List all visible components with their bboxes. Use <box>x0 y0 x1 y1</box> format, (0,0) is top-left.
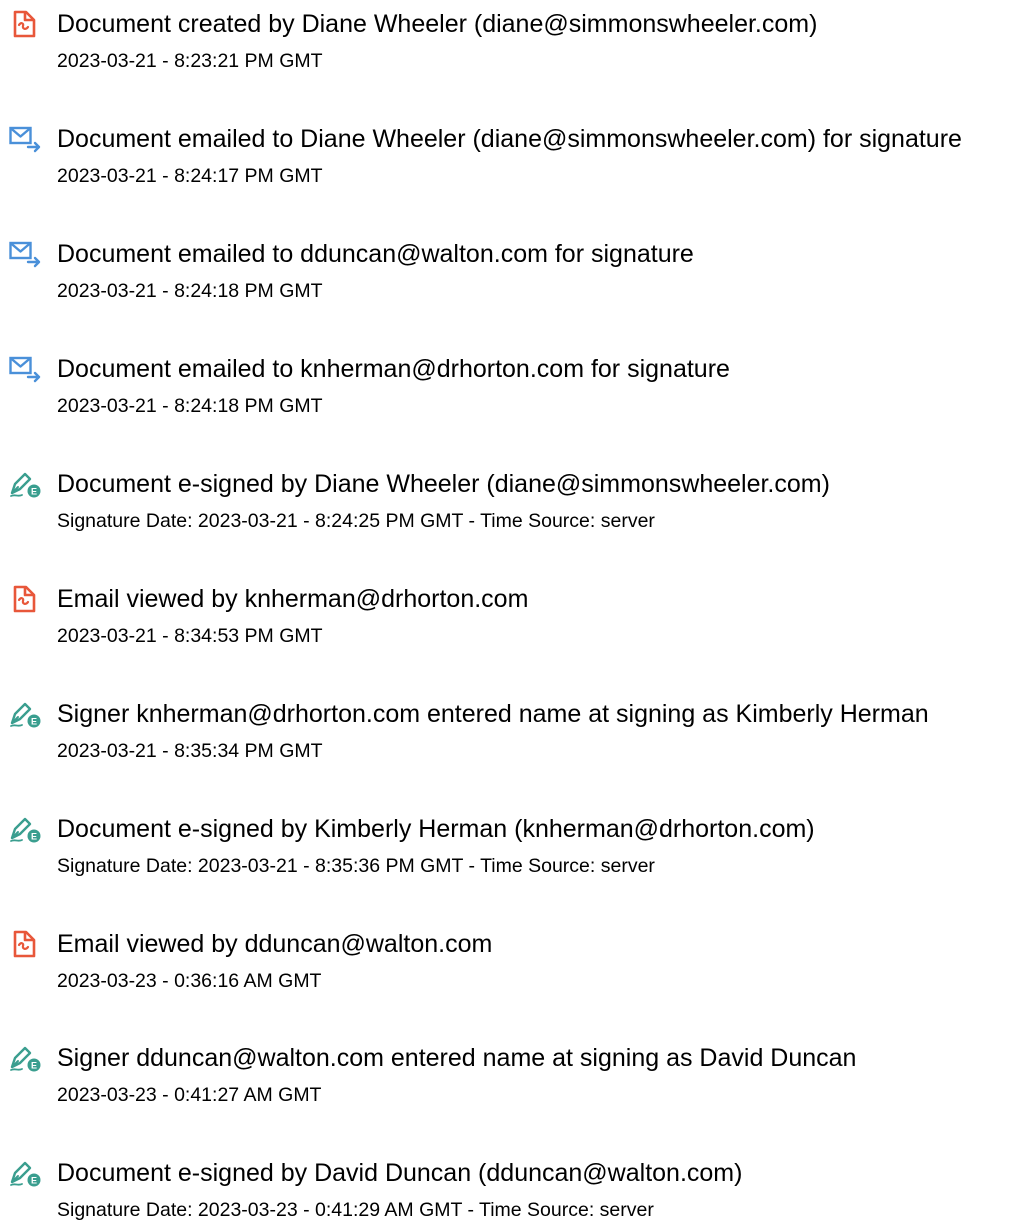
entry-timestamp: 2023-03-21 - 8:24:17 PM GMT <box>57 165 323 187</box>
svg-text:E: E <box>31 832 37 842</box>
entry-text: Document emailed to knherman@drhorton.co… <box>57 355 730 383</box>
entry-signature-detail: Signature Date: 2023-03-23 - 0:41:29 AM … <box>57 1199 654 1221</box>
e-sign-pen-icon: E <box>9 699 41 729</box>
document-created-icon <box>9 9 41 39</box>
audit-entry: Document created by Diane Wheeler (diane… <box>0 9 1026 119</box>
document-viewed-icon <box>9 584 41 614</box>
email-sent-icon <box>9 354 41 384</box>
email-sent-icon <box>9 239 41 269</box>
entry-text: Email viewed by knherman@drhorton.com <box>57 585 529 613</box>
audit-entry: E Signer knherman@drhorton.com entered n… <box>0 699 1026 809</box>
e-sign-pen-icon: E <box>9 1043 41 1073</box>
entry-text: Signer dduncan@walton.com entered name a… <box>57 1044 857 1072</box>
audit-entry: E Signer dduncan@walton.com entered name… <box>0 1043 1026 1153</box>
entry-text: Signer knherman@drhorton.com entered nam… <box>57 700 929 728</box>
entry-text: Document emailed to dduncan@walton.com f… <box>57 240 694 268</box>
audit-entry: Email viewed by knherman@drhorton.com 20… <box>0 584 1026 694</box>
entry-timestamp: 2023-03-23 - 0:36:16 AM GMT <box>57 970 322 992</box>
document-viewed-icon <box>9 929 41 959</box>
entry-text: Email viewed by dduncan@walton.com <box>57 930 493 958</box>
e-sign-pen-icon: E <box>9 1158 41 1188</box>
audit-entry: Email viewed by dduncan@walton.com 2023-… <box>0 929 1026 1039</box>
entry-timestamp: 2023-03-23 - 0:41:27 AM GMT <box>57 1084 322 1106</box>
entry-signature-detail: Signature Date: 2023-03-21 - 8:35:36 PM … <box>57 855 655 877</box>
entry-timestamp: 2023-03-21 - 8:24:18 PM GMT <box>57 280 323 302</box>
svg-text:E: E <box>31 717 37 727</box>
entry-text: Document emailed to Diane Wheeler (diane… <box>57 125 962 153</box>
entry-text: Document created by Diane Wheeler (diane… <box>57 10 818 38</box>
entry-text: Document e-signed by David Duncan (ddunc… <box>57 1159 743 1187</box>
svg-text:E: E <box>31 487 37 497</box>
entry-text: Document e-signed by Kimberly Herman (kn… <box>57 815 815 843</box>
audit-entry: Document emailed to dduncan@walton.com f… <box>0 239 1026 349</box>
e-sign-pen-icon: E <box>9 814 41 844</box>
audit-entry: E Document e-signed by David Duncan (ddu… <box>0 1158 1026 1224</box>
audit-entry: E Document e-signed by Diane Wheeler (di… <box>0 469 1026 579</box>
email-sent-icon <box>9 124 41 154</box>
audit-entry: Document emailed to knherman@drhorton.co… <box>0 354 1026 464</box>
audit-entry: E Document e-signed by Kimberly Herman (… <box>0 814 1026 924</box>
svg-text:E: E <box>31 1061 37 1071</box>
entry-timestamp: 2023-03-21 - 8:23:21 PM GMT <box>57 50 323 72</box>
entry-timestamp: 2023-03-21 - 8:24:18 PM GMT <box>57 395 323 417</box>
svg-text:E: E <box>31 1176 37 1186</box>
entry-timestamp: 2023-03-21 - 8:34:53 PM GMT <box>57 625 323 647</box>
entry-signature-detail: Signature Date: 2023-03-21 - 8:24:25 PM … <box>57 510 655 532</box>
entry-text: Document e-signed by Diane Wheeler (dian… <box>57 470 830 498</box>
entry-timestamp: 2023-03-21 - 8:35:34 PM GMT <box>57 740 323 762</box>
audit-entry: Document emailed to Diane Wheeler (diane… <box>0 124 1026 234</box>
e-sign-pen-icon: E <box>9 469 41 499</box>
